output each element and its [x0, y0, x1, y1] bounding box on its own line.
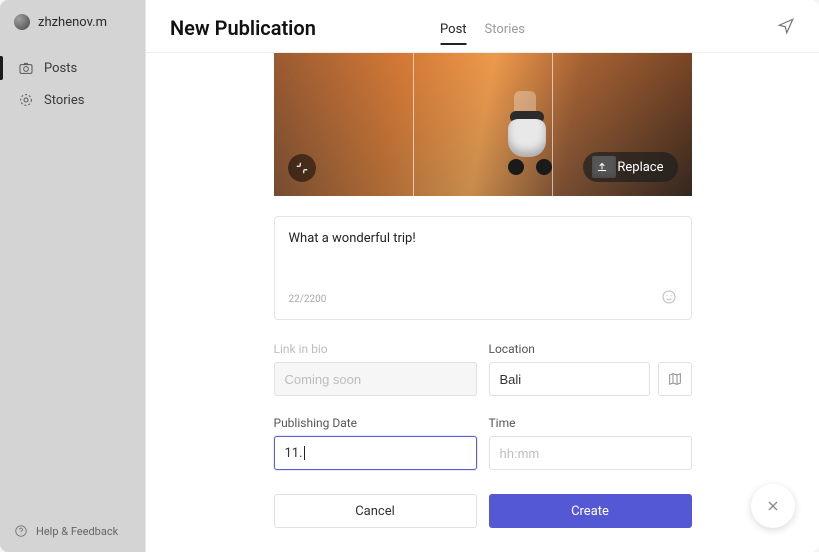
user-row[interactable]: zhzhenov.m — [0, 0, 145, 48]
tab-stories[interactable]: Stories — [485, 22, 525, 45]
time-input[interactable] — [489, 436, 692, 470]
caption-counter: 22/2200 — [289, 294, 327, 305]
nav: Posts Stories — [0, 52, 145, 116]
link-label: Link in bio — [274, 342, 477, 356]
help-feedback[interactable]: Help & Feedback — [0, 510, 145, 552]
location-field: Location — [489, 342, 692, 396]
link-input — [274, 362, 477, 396]
header: New Publication Post Stories — [146, 0, 819, 53]
date-input[interactable]: 11. — [274, 436, 477, 470]
cancel-button[interactable]: Cancel — [274, 494, 477, 528]
content: Replace What a wonderful trip! 22/2200 — [146, 53, 819, 552]
camera-icon — [18, 60, 34, 76]
upload-icon — [595, 160, 609, 174]
tabs: Post Stories — [440, 22, 525, 45]
map-icon — [667, 371, 683, 387]
replace-button[interactable]: Replace — [583, 152, 677, 182]
help-label: Help & Feedback — [36, 525, 118, 538]
image-subject-scooter — [496, 89, 566, 179]
replace-label: Replace — [617, 160, 663, 175]
close-button[interactable] — [751, 484, 795, 528]
time-label: Time — [489, 416, 692, 430]
location-input[interactable] — [489, 362, 650, 396]
main-panel: New Publication Post Stories — [146, 0, 819, 552]
image-preview: Replace — [274, 53, 692, 196]
date-field: Publishing Date 11. — [274, 416, 477, 470]
username: zhzhenov.m — [38, 15, 107, 30]
tab-post[interactable]: Post — [440, 22, 467, 45]
close-icon — [765, 498, 781, 514]
sidebar-item-label: Stories — [44, 93, 84, 108]
create-button[interactable]: Create — [489, 494, 692, 528]
crop-grid-line — [413, 53, 414, 196]
collapse-crop-button[interactable] — [288, 154, 316, 182]
share-icon[interactable] — [777, 17, 795, 39]
text-caret — [304, 446, 305, 460]
location-label: Location — [489, 342, 692, 356]
sidebar: zhzhenov.m Posts Stories Help & Feedback — [0, 0, 146, 552]
sidebar-item-label: Posts — [44, 61, 77, 76]
sidebar-item-stories[interactable]: Stories — [0, 84, 145, 116]
emoji-icon[interactable] — [661, 289, 677, 309]
avatar — [14, 14, 30, 30]
date-value: 11. — [285, 446, 303, 461]
caption-text[interactable]: What a wonderful trip! — [289, 231, 677, 273]
sidebar-item-posts[interactable]: Posts — [0, 52, 145, 84]
map-button[interactable] — [658, 362, 692, 396]
date-label: Publishing Date — [274, 416, 477, 430]
caption-box[interactable]: What a wonderful trip! 22/2200 — [274, 216, 692, 320]
help-icon — [14, 524, 28, 538]
link-field: Link in bio — [274, 342, 477, 396]
stories-icon — [18, 92, 34, 108]
page-title: New Publication — [170, 16, 316, 40]
time-field: Time — [489, 416, 692, 470]
